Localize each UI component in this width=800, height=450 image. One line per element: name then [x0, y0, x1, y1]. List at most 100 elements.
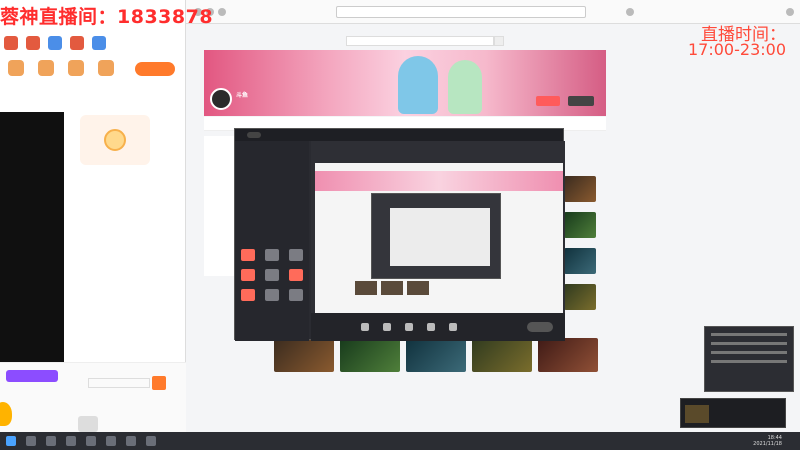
- preview-toolbar: [311, 141, 565, 153]
- video-thumbnail[interactable]: [538, 338, 598, 372]
- preview-thumb: [407, 281, 429, 295]
- avatar[interactable]: [78, 416, 98, 432]
- follow-button[interactable]: [536, 96, 560, 106]
- overlay-time-range: 17:00-23:00: [688, 40, 786, 59]
- preview-panel: [311, 141, 565, 341]
- notification-popup[interactable]: [704, 326, 794, 392]
- stream-assistant-panel: [0, 0, 186, 432]
- gift-icon[interactable]: [4, 36, 18, 50]
- app-icon[interactable]: [126, 436, 136, 446]
- explorer-icon[interactable]: [66, 436, 76, 446]
- tool-button[interactable]: [241, 269, 255, 281]
- tool-icon: [68, 60, 84, 76]
- refresh-icon[interactable]: [218, 8, 226, 16]
- app-icon[interactable]: [146, 436, 156, 446]
- tool-item[interactable]: [6, 60, 26, 78]
- notification-line: [711, 351, 787, 354]
- video-thumbnail[interactable]: [472, 338, 532, 372]
- tool-button[interactable]: [289, 269, 303, 281]
- task-view-icon[interactable]: [46, 436, 56, 446]
- panel-top-icons: [4, 36, 106, 50]
- mascot-image: [80, 115, 150, 165]
- tool-icon: [38, 60, 54, 76]
- notification-line: [711, 360, 787, 363]
- video-thumbnail[interactable]: [564, 248, 596, 274]
- screen-icon[interactable]: [383, 323, 391, 331]
- preview-window: [371, 193, 501, 279]
- video-thumbnail[interactable]: [564, 176, 596, 202]
- video-thumbnail[interactable]: [564, 212, 596, 238]
- close-icon[interactable]: [786, 8, 794, 16]
- app-bottom-bar: [311, 313, 565, 341]
- scene-tabs: [235, 141, 309, 149]
- fan-club-button[interactable]: [568, 96, 594, 106]
- preview-area: [0, 112, 64, 362]
- app-icon[interactable]: [106, 436, 116, 446]
- tool-item[interactable]: [66, 60, 86, 78]
- search-taskbar-icon[interactable]: [26, 436, 36, 446]
- room-banner: 斗鱼: [204, 50, 606, 116]
- preview-inner: [390, 208, 490, 266]
- gift-chip[interactable]: [6, 370, 58, 382]
- app-titlebar: [235, 129, 563, 141]
- tool-button[interactable]: [265, 269, 279, 281]
- search-icon[interactable]: [494, 36, 504, 46]
- scene-item[interactable]: [235, 161, 309, 167]
- tool-button[interactable]: [241, 249, 255, 261]
- notification-line: [711, 342, 787, 345]
- live-status-badge[interactable]: [135, 62, 175, 76]
- streaming-app-window: [234, 128, 565, 341]
- task-icon[interactable]: [70, 36, 84, 50]
- tool-button[interactable]: [265, 249, 279, 261]
- chat-input[interactable]: [88, 378, 150, 388]
- side-item[interactable]: [204, 136, 234, 150]
- star-icon[interactable]: [626, 8, 634, 16]
- video-grid: [274, 338, 604, 392]
- start-live-button[interactable]: [527, 322, 553, 332]
- notification-icon[interactable]: [48, 36, 62, 50]
- image-icon[interactable]: [427, 323, 435, 331]
- microphone-icon[interactable]: [449, 323, 457, 331]
- mascot-face-icon: [104, 129, 126, 151]
- stream-preview: [315, 163, 563, 313]
- notification-line: [711, 333, 787, 336]
- preview-thumb: [381, 281, 403, 295]
- version-badge: [247, 132, 261, 138]
- tool-button[interactable]: [289, 289, 303, 301]
- video-thumbnail[interactable]: [340, 338, 400, 372]
- notification-thumbnail: [685, 405, 709, 423]
- message-icon[interactable]: [26, 36, 40, 50]
- scene-panel: [235, 141, 309, 341]
- banner-character: [398, 56, 438, 114]
- side-item[interactable]: [204, 178, 234, 192]
- site-search-input[interactable]: [346, 36, 494, 46]
- address-bar[interactable]: [336, 6, 586, 18]
- tool-button[interactable]: [265, 289, 279, 301]
- overlay-room-title: 蓉神直播间：1833878: [0, 6, 214, 28]
- system-clock[interactable]: 18:44 2021/11/18: [753, 435, 782, 447]
- side-item[interactable]: [204, 164, 234, 178]
- notification-popup-2[interactable]: [680, 398, 786, 428]
- window-icon[interactable]: [405, 323, 413, 331]
- screen-root: 蓉神直播间：1833878 直播时间： 17:00-23:00 斗鱼 18:44…: [0, 0, 800, 450]
- tool-item[interactable]: [96, 60, 116, 78]
- video-thumbnail[interactable]: [274, 338, 334, 372]
- streamer-name: 斗鱼: [236, 92, 249, 99]
- tool-item[interactable]: [36, 60, 56, 78]
- side-item[interactable]: [204, 150, 234, 164]
- tool-icon: [8, 60, 24, 76]
- panel-tool-row: [6, 60, 116, 78]
- user-icon[interactable]: [92, 36, 106, 50]
- streamer-avatar[interactable]: [210, 88, 232, 110]
- start-icon[interactable]: [6, 436, 16, 446]
- tool-button[interactable]: [241, 289, 255, 301]
- browser-icon[interactable]: [86, 436, 96, 446]
- camera-icon[interactable]: [361, 323, 369, 331]
- video-thumbnail[interactable]: [564, 284, 596, 310]
- tool-button[interactable]: [289, 249, 303, 261]
- app-body: [235, 141, 565, 341]
- room-side-menu: [204, 136, 234, 276]
- video-thumbnail[interactable]: [406, 338, 466, 372]
- send-button[interactable]: [152, 376, 166, 390]
- preview-banner: [315, 171, 563, 191]
